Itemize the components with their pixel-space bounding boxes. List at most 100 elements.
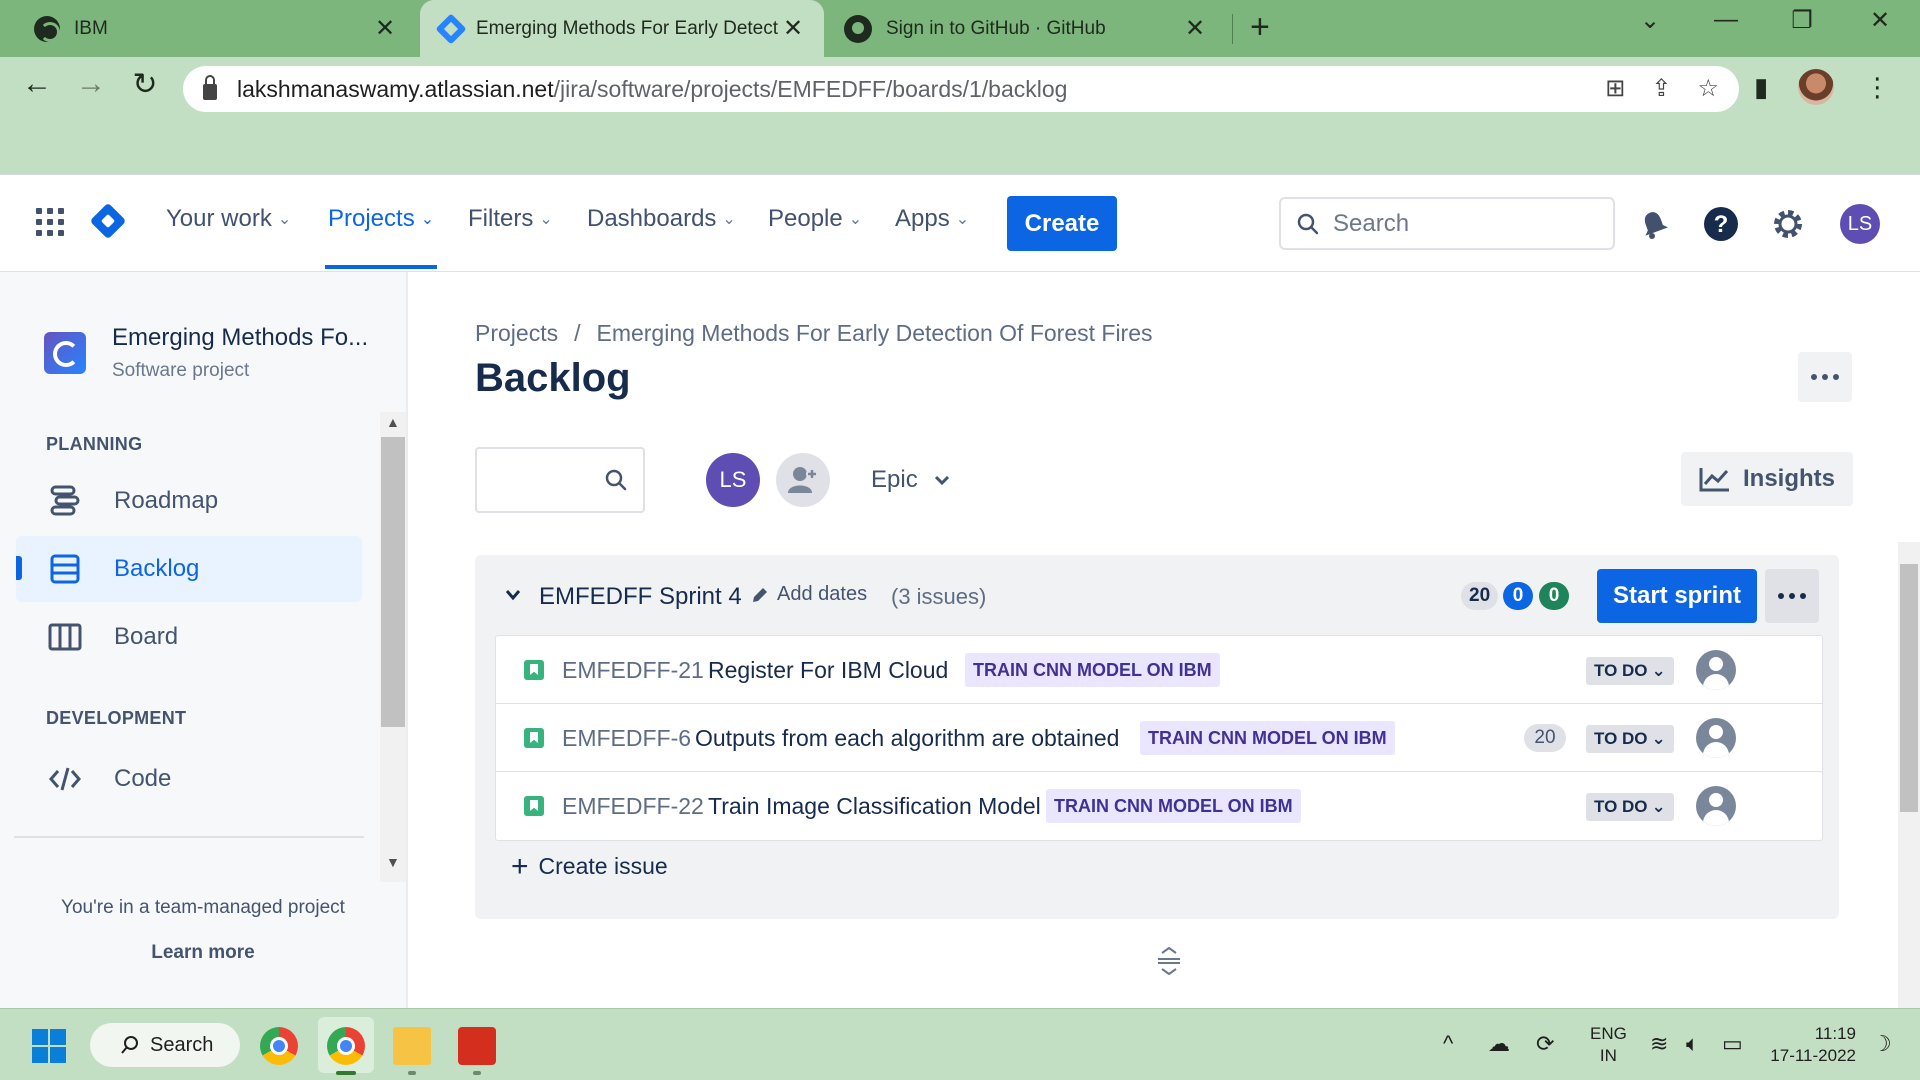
collapse-chevron-icon[interactable] <box>505 589 521 601</box>
nav-dashboards[interactable]: Dashboards ⌄ <box>587 205 736 233</box>
create-issue-button[interactable]: + Create issue <box>511 851 668 881</box>
chrome-profile-app-icon[interactable] <box>327 1027 365 1065</box>
sidebar-scroll-thumb[interactable] <box>381 437 405 727</box>
planning-section-label: PLANNING <box>46 434 143 454</box>
wifi-icon[interactable]: ≋ <box>1650 1031 1668 1057</box>
share-icon[interactable]: ⇪ <box>1651 74 1671 103</box>
resize-handle-icon[interactable] <box>1156 947 1182 975</box>
status-dropdown[interactable]: TO DO ⌄ <box>1586 793 1674 821</box>
settings-gear-icon[interactable] <box>1770 206 1806 242</box>
menu-kebab-icon[interactable]: ⋮ <box>1864 72 1890 103</box>
scroll-up-icon[interactable]: ▲ <box>386 414 400 430</box>
unassigned-avatar-icon[interactable] <box>1696 786 1736 826</box>
sync-icon[interactable]: ⟳ <box>1536 1031 1554 1057</box>
status-dropdown[interactable]: TO DO ⌄ <box>1586 725 1674 753</box>
nav-projects[interactable]: Projects ⌄ <box>328 205 434 233</box>
nav-filters[interactable]: Filters ⌄ <box>468 205 553 233</box>
jira-favicon-icon <box>435 12 467 45</box>
windows-start-icon[interactable] <box>32 1029 66 1063</box>
issue-key[interactable]: EMFEDFF-6 <box>562 725 691 752</box>
restore-icon[interactable]: ❐ <box>1772 6 1832 35</box>
issue-row[interactable]: EMFEDFF-6 Outputs from each algorithm ar… <box>496 704 1822 772</box>
language-indicator[interactable]: ENG IN <box>1590 1023 1627 1067</box>
assignee-filter-avatar[interactable]: LS <box>706 453 760 507</box>
bookmark-star-icon[interactable]: ☆ <box>1697 74 1719 103</box>
sidebar-item-roadmap[interactable]: Roadmap <box>16 468 362 534</box>
issue-key[interactable]: EMFEDFF-22 <box>562 793 704 820</box>
profile-avatar-icon[interactable] <box>1798 69 1835 105</box>
taskbar-search[interactable]: Search <box>90 1023 240 1067</box>
unassigned-avatar-icon[interactable] <box>1696 718 1736 758</box>
close-tab-icon[interactable]: ✕ <box>778 14 808 43</box>
browser-tab-github[interactable]: Sign in to GitHub · GitHub ✕ <box>828 0 1226 57</box>
sprint-more-button[interactable] <box>1765 569 1819 623</box>
close-tab-icon[interactable]: ✕ <box>370 14 400 43</box>
side-panel-icon[interactable]: ▮ <box>1754 72 1768 103</box>
volume-icon[interactable]: 🔈︎ <box>1686 1031 1699 1057</box>
epic-lozenge[interactable]: TRAIN CNN MODEL ON IBM <box>965 653 1220 687</box>
start-sprint-button[interactable]: Start sprint <box>1597 569 1757 623</box>
back-arrow-icon[interactable]: ← <box>14 67 60 101</box>
issue-row[interactable]: EMFEDFF-22 Train Image Classification Mo… <box>496 772 1822 840</box>
translate-icon[interactable]: ⊞ <box>1605 74 1625 103</box>
jira-logo-icon[interactable] <box>89 202 127 240</box>
breadcrumb-project[interactable]: Emerging Methods For Early Detection Of … <box>596 320 1152 347</box>
address-bar[interactable]: lakshmanaswamy.atlassian.net/jira/softwa… <box>183 66 1739 112</box>
insights-button[interactable]: Insights <box>1681 452 1853 506</box>
close-window-icon[interactable]: ✕ <box>1850 6 1910 35</box>
notifications-moon-icon[interactable]: ☽ <box>1872 1031 1892 1057</box>
forward-arrow-icon[interactable]: → <box>68 67 114 101</box>
nav-label: Dashboards <box>587 205 717 232</box>
minimize-icon[interactable]: — <box>1696 6 1756 34</box>
github-favicon-icon <box>844 14 872 43</box>
browser-tab-jira[interactable]: Emerging Methods For Early Detecti ✕ <box>420 0 824 57</box>
user-avatar[interactable]: LS <box>1840 204 1880 244</box>
page-more-button[interactable] <box>1798 352 1852 402</box>
tab-search-chevron-icon[interactable]: ⌄ <box>1620 6 1680 35</box>
notifications-bell-icon[interactable] <box>1636 206 1672 242</box>
unassigned-avatar-icon[interactable] <box>1696 650 1736 690</box>
region-code: IN <box>1599 1046 1617 1065</box>
sidebar-item-backlog[interactable]: Backlog <box>16 536 362 602</box>
new-tab-icon[interactable]: + <box>1250 8 1270 47</box>
add-people-icon[interactable] <box>776 453 830 507</box>
sprint-header: EMFEDFF Sprint 4 Add dates (3 issues) 20… <box>475 555 1839 635</box>
app-switcher-icon[interactable] <box>36 208 64 236</box>
scroll-down-icon[interactable]: ▼ <box>386 854 400 870</box>
epic-filter-dropdown[interactable]: Epic <box>871 466 950 494</box>
story-points-badge[interactable]: 20 <box>1524 724 1566 752</box>
onedrive-icon[interactable]: ☁ <box>1488 1031 1510 1057</box>
nav-your-work[interactable]: Your work ⌄ <box>166 205 291 233</box>
tray-overflow-chevron-icon[interactable]: ^ <box>1443 1031 1453 1057</box>
help-icon[interactable]: ? <box>1703 206 1739 242</box>
epic-lozenge[interactable]: TRAIN CNN MODEL ON IBM <box>1140 721 1395 755</box>
browser-tab-ibm[interactable]: IBM ✕ <box>18 0 416 57</box>
backlog-search-input[interactable] <box>475 447 645 513</box>
issue-row[interactable]: EMFEDFF-21 Register For IBM Cloud TRAIN … <box>496 636 1822 704</box>
status-dropdown[interactable]: TO DO ⌄ <box>1586 657 1674 685</box>
breadcrumb-projects[interactable]: Projects <box>475 320 558 347</box>
file-explorer-icon[interactable] <box>393 1027 431 1065</box>
chrome-app-icon[interactable] <box>260 1027 298 1065</box>
add-dates-button[interactable]: Add dates <box>751 583 867 606</box>
nav-apps[interactable]: Apps ⌄ <box>895 205 969 233</box>
issue-key[interactable]: EMFEDFF-21 <box>562 657 704 684</box>
sidebar-item-board[interactable]: Board <box>16 604 362 670</box>
learn-more-link[interactable]: Learn more <box>0 942 406 964</box>
reload-icon[interactable]: ↻ <box>122 67 168 102</box>
points-inprogress-badge: 0 <box>1503 582 1533 610</box>
close-tab-icon[interactable]: ✕ <box>1180 14 1210 43</box>
chevron-down-icon: ⌄ <box>1651 729 1666 748</box>
create-button[interactable]: Create <box>1007 196 1117 251</box>
main-scroll-thumb[interactable] <box>1900 564 1918 812</box>
nav-label: People <box>768 205 843 232</box>
nav-people[interactable]: People ⌄ <box>768 205 862 233</box>
sidebar-item-code[interactable]: Code <box>16 746 362 812</box>
active-item-indicator <box>16 556 22 580</box>
project-name[interactable]: Emerging Methods Fo... <box>112 324 382 352</box>
system-clock[interactable]: 11:19 17-11-2022 <box>1770 1023 1856 1067</box>
epic-lozenge[interactable]: TRAIN CNN MODEL ON IBM <box>1046 789 1301 823</box>
search-input[interactable]: Search <box>1279 197 1615 250</box>
battery-icon[interactable]: ▭ <box>1722 1031 1743 1057</box>
acrobat-icon[interactable] <box>458 1027 496 1065</box>
